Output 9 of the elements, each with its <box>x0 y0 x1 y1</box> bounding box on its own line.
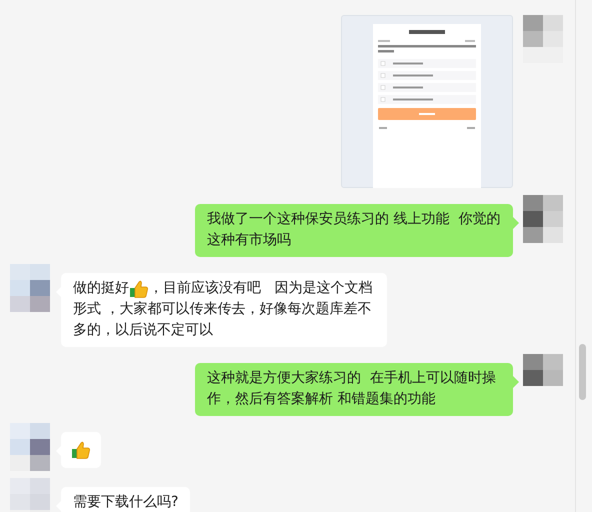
thumbs-up-emoji-icon <box>71 440 91 460</box>
message-text: ，目前应该没有吧 因为是这个文档 <box>149 279 372 298</box>
avatar-placeholder[interactable] <box>523 195 563 243</box>
avatar-placeholder[interactable] <box>10 423 50 471</box>
message-text: 形式 ，大家都可以传来传去，好像每次题库差不多的，以后说不定可以 <box>73 300 372 340</box>
image-message[interactable] <box>341 15 513 188</box>
thumbs-up-emoji-icon <box>129 278 149 298</box>
scrollbar-thumb[interactable] <box>579 344 586 400</box>
message-text: 做的挺好 <box>73 279 129 298</box>
